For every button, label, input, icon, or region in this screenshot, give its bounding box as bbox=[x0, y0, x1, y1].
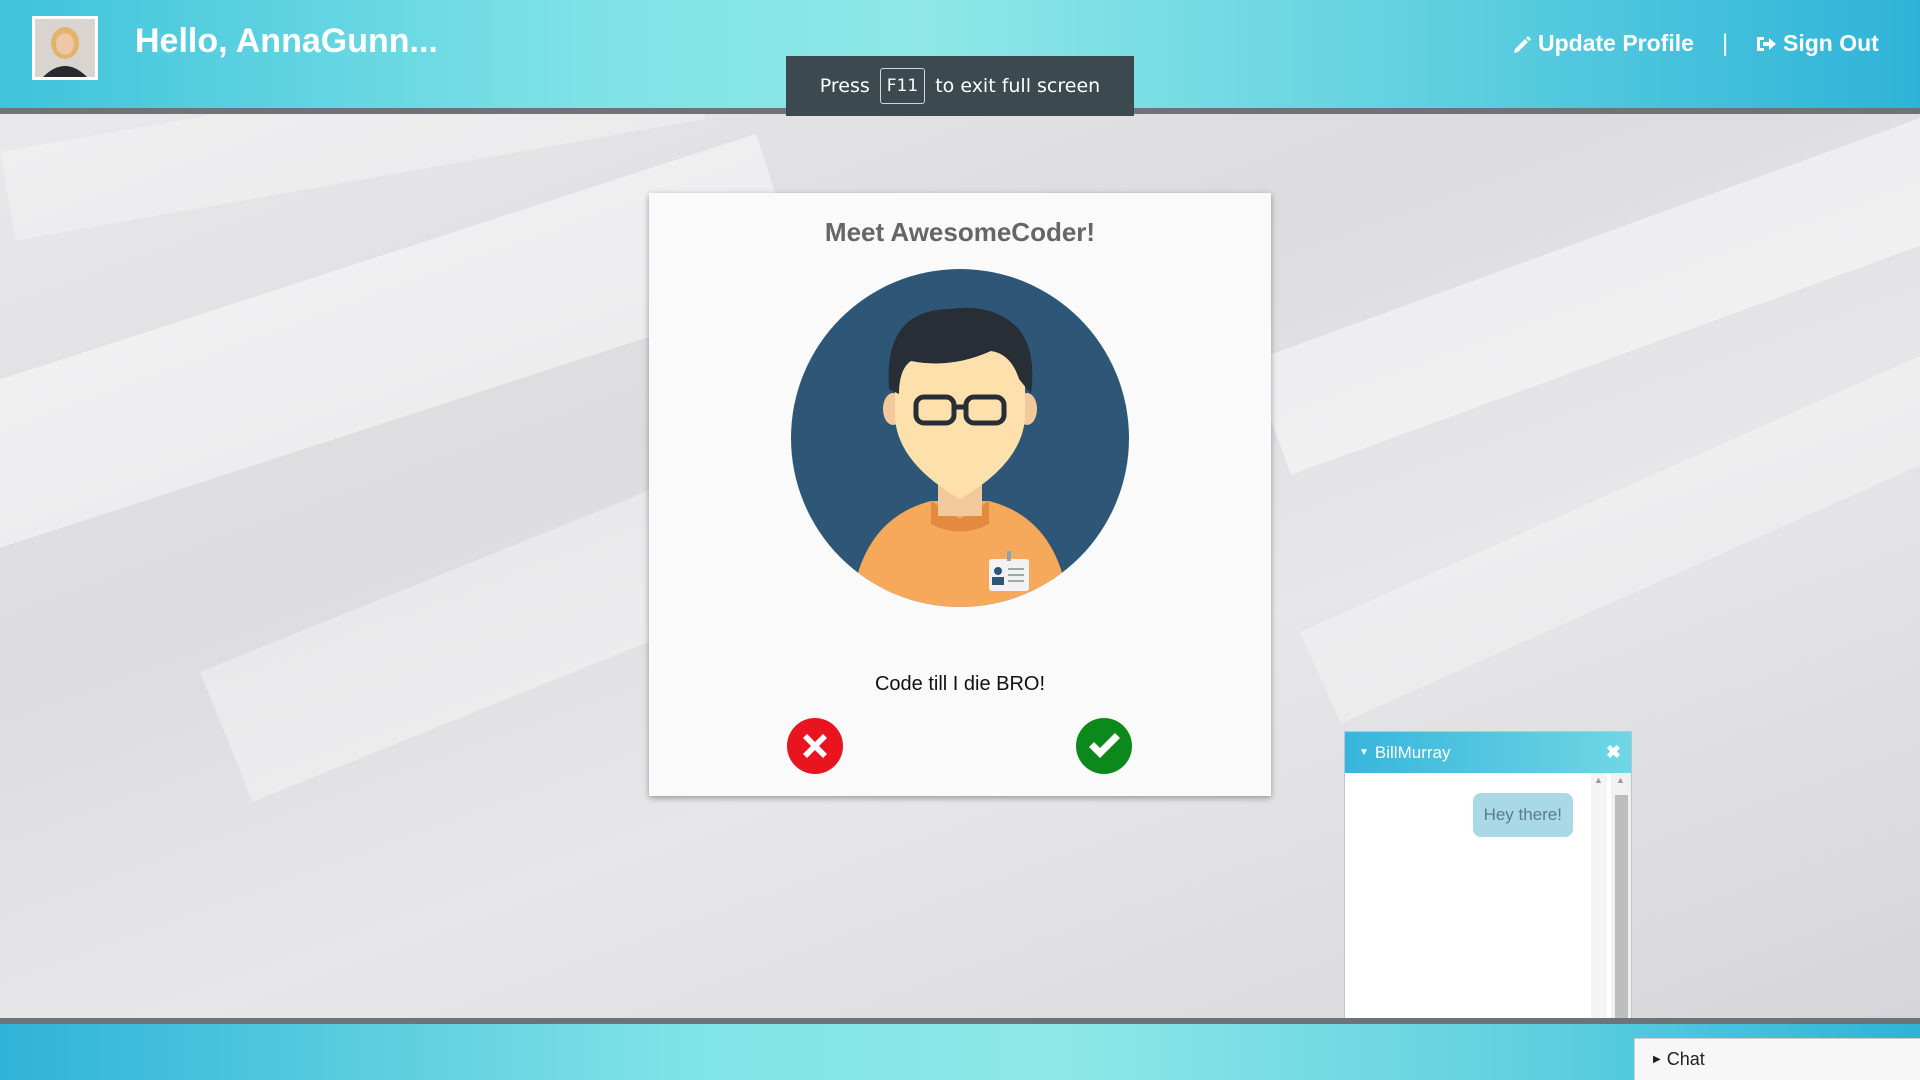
greeting-text: Hello, AnnaGunn... bbox=[135, 22, 438, 60]
chat-message-bubble: Hey there! bbox=[1472, 793, 1573, 837]
update-profile-link[interactable]: Update Profile bbox=[1512, 30, 1694, 57]
message-list-scrollbar[interactable]: ▲ ▼ bbox=[1591, 773, 1607, 1033]
caret-down-icon: ▼ bbox=[1359, 747, 1369, 758]
chat-tab[interactable]: ▶ Chat bbox=[1634, 1038, 1920, 1080]
reject-button[interactable] bbox=[786, 717, 844, 775]
nav-separator: | bbox=[1722, 30, 1729, 57]
card-title: Meet AwesomeCoder! bbox=[824, 217, 1096, 247]
pencil-icon bbox=[1514, 35, 1531, 53]
update-profile-label: Update Profile bbox=[1538, 30, 1694, 56]
caret-right-icon: ▶ bbox=[1653, 1054, 1661, 1065]
chat-contact-name: BillMurray bbox=[1374, 742, 1451, 762]
toast-press-text: Press bbox=[819, 75, 870, 97]
fullscreen-toast: Press F11 to exit full screen bbox=[786, 56, 1134, 116]
sign-out-icon bbox=[1757, 36, 1776, 51]
f11-key-badge: F11 bbox=[879, 68, 926, 104]
close-icon[interactable]: ✖ bbox=[1606, 742, 1621, 763]
chat-message-list: Hey there! bbox=[1345, 773, 1591, 1033]
scroll-up-arrow-icon[interactable]: ▲ bbox=[1616, 775, 1625, 785]
profile-portrait-image bbox=[791, 269, 1129, 607]
sign-out-label: Sign Out bbox=[1783, 30, 1879, 56]
chat-window-header[interactable]: ▼ BillMurray ✖ bbox=[1345, 732, 1631, 773]
profile-bio: Code till I die BRO! bbox=[874, 673, 1046, 695]
bottom-footer bbox=[0, 1024, 1920, 1080]
scroll-up-arrow-icon[interactable]: ▲ bbox=[1594, 775, 1603, 785]
toast-message: to exit full screen bbox=[935, 75, 1101, 97]
profile-card: Meet AwesomeCoder! Code till I die BRO! bbox=[649, 193, 1271, 796]
avatar[interactable] bbox=[32, 16, 98, 80]
sign-out-link[interactable]: Sign Out bbox=[1755, 30, 1879, 57]
chat-tab-label: Chat bbox=[1666, 1049, 1705, 1069]
accept-button[interactable] bbox=[1075, 717, 1133, 775]
